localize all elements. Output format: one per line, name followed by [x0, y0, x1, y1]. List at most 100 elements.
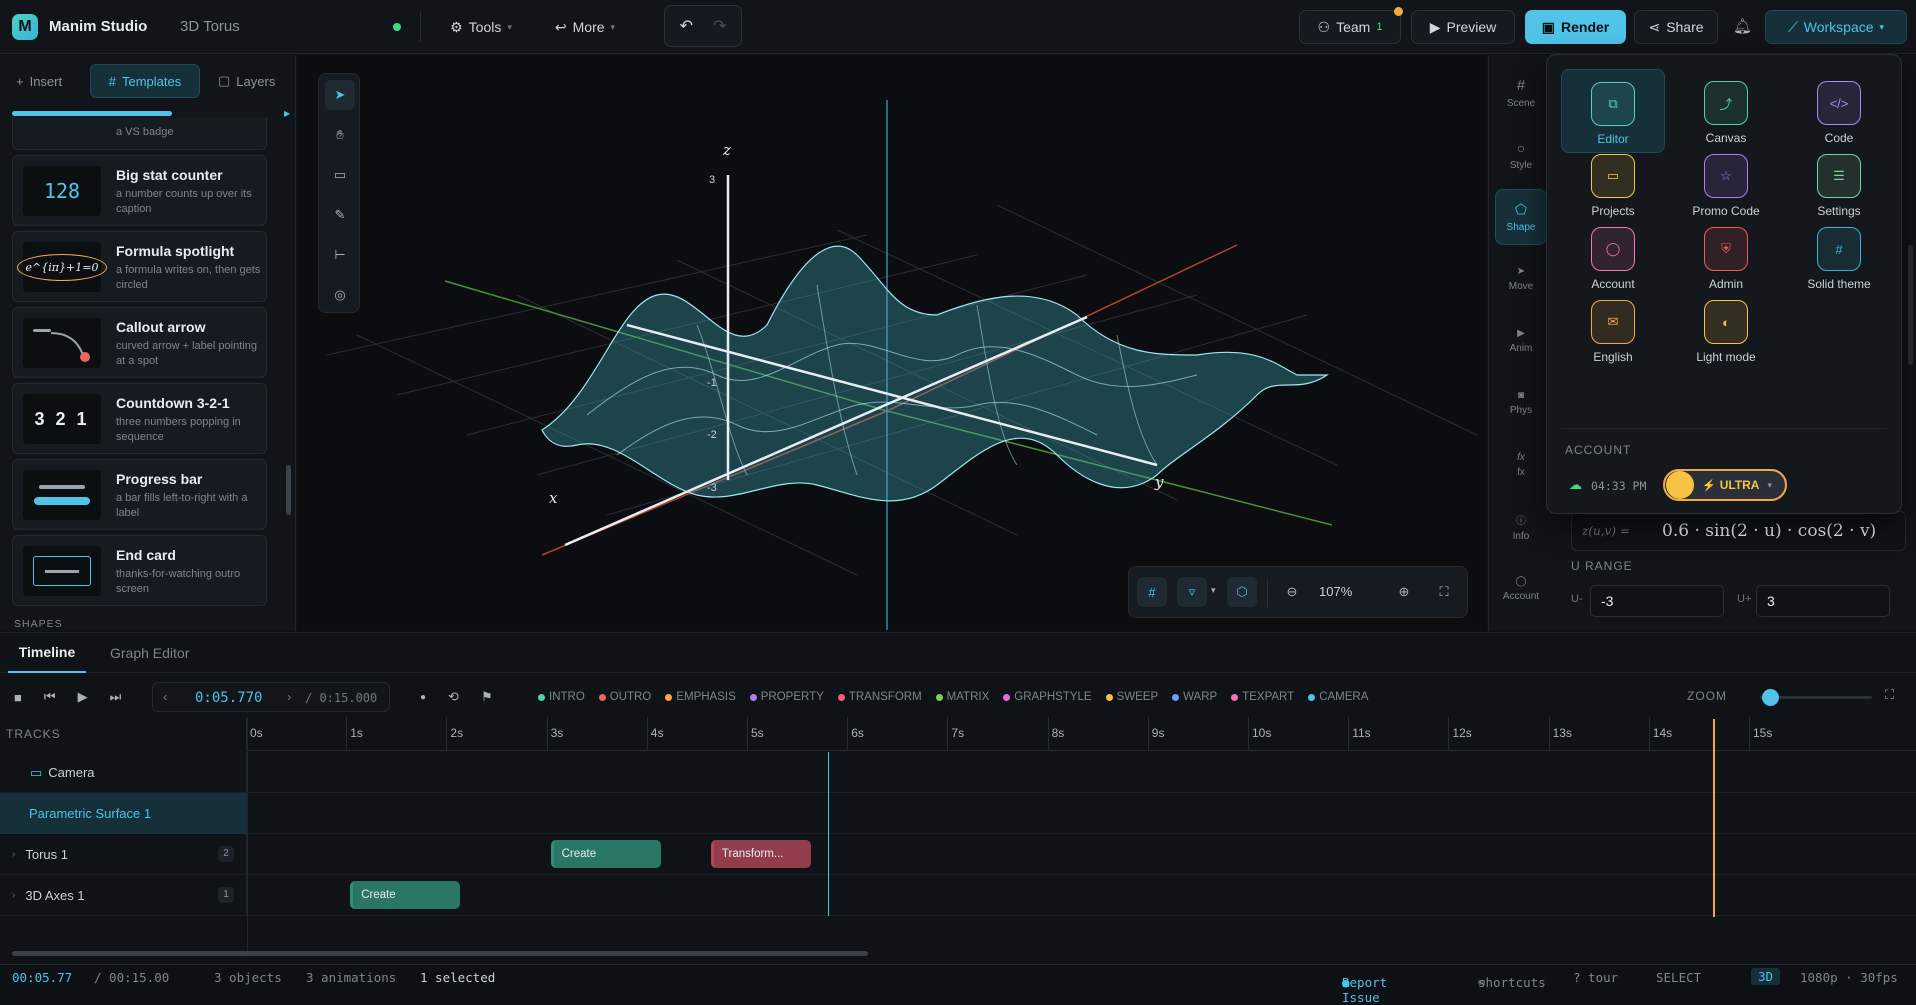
category-camera[interactable]: CAMERA [1308, 691, 1368, 703]
rail-scene[interactable]: # Scene [1495, 65, 1547, 121]
rail-anim[interactable]: ▶ Anim [1495, 313, 1547, 369]
rail-account[interactable]: ◯ Account [1495, 561, 1547, 617]
redo-icon[interactable]: ↷ [713, 16, 726, 36]
dimension-badge[interactable]: 3D [1751, 968, 1781, 985]
workspace-item-editor[interactable]: ⧉ Editor [1561, 69, 1665, 153]
workspace-item-promo-code[interactable]: ☆ Promo Code [1674, 142, 1778, 226]
snap-toggle-icon[interactable]: ▿ [1177, 577, 1207, 607]
fit-view-icon[interactable]: ⛶ [1429, 577, 1459, 607]
category-intro[interactable]: INTRO [538, 691, 585, 703]
bell-icon[interactable]: 🔔︎ [1733, 17, 1752, 35]
rail-fx[interactable]: fx fx [1495, 437, 1547, 493]
time-display[interactable]: ‹ 0:05.770 › / 0:15.000 [152, 682, 390, 712]
stop-icon[interactable]: ■ [14, 690, 22, 705]
loop-icon[interactable]: ⟲ [448, 689, 459, 705]
workspace-item-solid-theme[interactable]: # Solid theme [1787, 215, 1891, 299]
template-card-end-card[interactable]: End card thanks-for-watching outro scree… [12, 535, 267, 606]
template-card-partial[interactable]: a VS badge [12, 117, 267, 150]
tab-insert[interactable]: + Insert [16, 64, 62, 98]
time-ruler[interactable]: 0s 1s 2s 3s 4s 5s 6s 7s 8s 9s 10s 11s 12s 13s 14s 15s [246, 717, 1916, 751]
parametric-surface[interactable] [541, 245, 1329, 502]
track-parametric-surface[interactable]: Parametric Surface 1 [0, 793, 1916, 834]
hand-tool-icon[interactable]: ✋︎ [325, 120, 355, 150]
workspace-item-projects[interactable]: ▭ Projects [1561, 142, 1665, 226]
template-card-callout-arrow[interactable]: Callout arrow curved arrow + label point… [12, 307, 267, 378]
rail-phys[interactable]: ◙ Phys [1495, 375, 1547, 431]
category-matrix[interactable]: MATRIX [935, 691, 989, 703]
skip-forward-icon[interactable]: ⏭︎ [110, 689, 122, 705]
scroll-right-icon[interactable]: ▶ [284, 109, 290, 118]
category-graphstyle[interactable]: GRAPHSTYLE [1003, 691, 1092, 703]
rail-shape[interactable]: ⬠ Shape [1495, 189, 1547, 245]
ruler-tool-icon[interactable]: ⊢ [325, 240, 355, 270]
track-camera[interactable]: ▭ Camera [0, 752, 1916, 793]
tab-templates[interactable]: # Templates [90, 64, 200, 98]
animation-clip[interactable]: Create [550, 840, 661, 868]
chevron-right-icon[interactable]: › [12, 890, 15, 901]
globe-tool-icon[interactable]: ◎ [325, 280, 355, 310]
category-warp[interactable]: WARP [1172, 691, 1217, 703]
app-logo[interactable]: M [12, 14, 38, 40]
share-button[interactable]: ⋖ Share [1634, 10, 1718, 44]
template-card-formula-spotlight[interactable]: e^{iπ}+1=0 Formula spotlight a formula w… [12, 231, 267, 302]
rail-style[interactable]: ○ Style [1495, 127, 1547, 183]
workspace-item-light-mode[interactable]: ◐ Light mode [1674, 288, 1778, 372]
render-button[interactable]: ▣ Render [1525, 10, 1626, 44]
flag-icon[interactable]: ⚑ [481, 689, 493, 705]
category-sweep[interactable]: SWEEP [1105, 691, 1158, 703]
track-3d-axes[interactable]: › 3D Axes 1 1 [0, 875, 1916, 916]
track-torus[interactable]: › Torus 1 2 [0, 834, 1916, 875]
workspace-item-english[interactable]: ✉ English [1561, 288, 1665, 372]
template-card-progress-bar[interactable]: Progress bar a bar fills left-to-right w… [12, 459, 267, 530]
panel-scrollbar[interactable] [1908, 245, 1913, 365]
pen-tool-icon[interactable]: ✎ [325, 200, 355, 230]
workspace-item-canvas[interactable]: ⤴ Canvas [1674, 69, 1778, 153]
zoom-in-icon[interactable]: ⊕ [1389, 577, 1419, 607]
chevron-left-icon[interactable]: ‹ [163, 689, 167, 704]
grid-toggle-icon[interactable]: # [1137, 577, 1167, 607]
zoom-slider-thumb[interactable] [1762, 689, 1779, 706]
category-texpart[interactable]: TEXPART [1231, 691, 1294, 703]
workspace-item-admin[interactable]: ⛨ Admin [1674, 215, 1778, 299]
workspace-item-account[interactable]: ◯ Account [1561, 215, 1665, 299]
preview-button[interactable]: ▶ Preview [1411, 10, 1515, 44]
tools-menu-button[interactable]: ⚙ Tools ▾ [436, 10, 526, 44]
animation-clip[interactable]: Transform... [710, 840, 812, 868]
workspace-item-code[interactable]: </> Code [1787, 69, 1891, 153]
vertical-scrollbar[interactable] [286, 465, 291, 515]
project-name[interactable]: 3D Torus [180, 18, 240, 35]
timeline-horizontal-scrollbar[interactable] [12, 951, 868, 956]
undo-icon[interactable]: ↶ [680, 16, 693, 36]
tab-graph-editor[interactable]: Graph Editor [110, 645, 189, 661]
plan-badge[interactable]: ⚡ ULTRA ▾ [1663, 469, 1787, 501]
formula-display[interactable]: z(u,v) = 0.6 · sin(2 · u) · cos(2 · v) [1571, 511, 1906, 551]
chevron-right-icon[interactable]: › [12, 849, 15, 860]
chevron-right-icon[interactable]: › [287, 689, 291, 704]
record-icon[interactable]: ● [420, 692, 426, 703]
select-tool-icon[interactable]: ➤ [325, 80, 355, 110]
fit-timeline-icon[interactable]: ⛶ [1885, 687, 1894, 703]
workspace-button[interactable]: ⟋ Workspace ▾ [1765, 10, 1907, 44]
tour-link[interactable]: ? tour [1573, 970, 1618, 985]
category-property[interactable]: PROPERTY [749, 691, 824, 703]
rail-info[interactable]: ⓘ Info [1495, 499, 1547, 555]
chevron-down-icon[interactable]: ▾ [1211, 585, 1216, 596]
camera-tool-icon[interactable]: ▭ [325, 160, 355, 190]
end-marker[interactable] [1712, 719, 1715, 917]
workspace-item-settings[interactable]: ☰ Settings [1787, 142, 1891, 226]
playhead[interactable] [828, 752, 830, 916]
template-card-countdown[interactable]: 3 2 1 Countdown 3-2-1 three numbers popp… [12, 383, 267, 454]
tab-timeline[interactable]: Timeline [8, 633, 86, 673]
more-menu-button[interactable]: ↩ More ▾ [540, 10, 630, 44]
horizontal-scroll-thumb[interactable] [12, 111, 172, 116]
3d-viewport[interactable]: z x y 3 -1 -2 -3 [297, 55, 1487, 631]
category-outro[interactable]: OUTRO [598, 691, 651, 703]
animation-clip[interactable]: Create [350, 881, 461, 909]
u-min-input[interactable] [1590, 585, 1724, 617]
rail-move[interactable]: ➤ Move [1495, 251, 1547, 307]
u-max-input[interactable] [1756, 585, 1890, 617]
category-transform[interactable]: TRANSFORM [837, 691, 922, 703]
3d-cube-icon[interactable]: ⬡ [1227, 577, 1257, 607]
template-card-big-stat[interactable]: 128 Big stat counter a number counts up … [12, 155, 267, 226]
skip-back-icon[interactable]: ⏮︎ [44, 689, 56, 705]
